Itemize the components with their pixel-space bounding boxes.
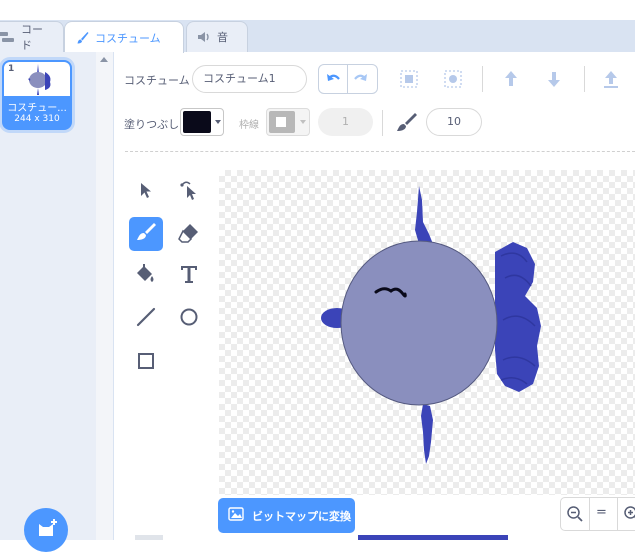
- line-tool[interactable]: [129, 302, 163, 336]
- backward-icon[interactable]: [543, 68, 565, 94]
- chevron-down-icon: [215, 120, 221, 124]
- circle-icon: [178, 306, 200, 332]
- forward-icon[interactable]: [500, 68, 522, 94]
- fill-color-swatch: [183, 111, 211, 133]
- bottom-edge-fragment: [135, 535, 163, 540]
- convert-to-bitmap-label: ビットマップに変換: [252, 509, 351, 523]
- text-tool[interactable]: [172, 259, 206, 293]
- select-tool[interactable]: [129, 175, 163, 209]
- choose-costume-button[interactable]: [24, 508, 68, 552]
- brush-tool[interactable]: [129, 217, 163, 251]
- redo-icon[interactable]: [352, 70, 370, 92]
- top-fin-shape: [415, 186, 433, 248]
- outline-label: 枠線: [239, 120, 259, 131]
- window-top-strip: [0, 0, 635, 20]
- reshape-icon: [179, 180, 199, 204]
- costume-size: 244 x 310: [14, 114, 60, 124]
- costume-name-label: コスチューム: [124, 74, 190, 87]
- zoom-divider: [617, 497, 618, 531]
- brush-size-input[interactable]: 10: [426, 108, 482, 136]
- text-icon: [178, 263, 200, 289]
- body-shape: [340, 240, 498, 406]
- tab-code[interactable]: コード: [0, 21, 64, 52]
- cat-plus-icon: [36, 518, 58, 542]
- line-icon: [135, 306, 157, 332]
- costume-drawing: [321, 186, 541, 464]
- rectangle-icon: [135, 350, 157, 376]
- tab-costumes-label: コスチューム: [95, 31, 161, 45]
- fill-label: 塗りつぶし: [124, 118, 180, 131]
- brush-size-icon: [394, 111, 418, 137]
- zoom-divider: [589, 497, 590, 531]
- circle-tool[interactable]: [172, 302, 206, 336]
- outline-swatch-inner: [276, 117, 286, 127]
- convert-to-bitmap-button[interactable]: ビットマップに変換: [218, 498, 355, 533]
- costume-number: 1: [8, 64, 15, 74]
- eraser-icon: [178, 221, 200, 247]
- eraser-tool[interactable]: [172, 217, 206, 251]
- brush-icon: [135, 221, 157, 247]
- ungroup-icon[interactable]: [442, 68, 464, 94]
- tab-code-label: コード: [21, 23, 43, 52]
- tab-costumes[interactable]: コスチューム: [64, 21, 184, 53]
- toolbar-divider: [584, 66, 585, 92]
- costume-item-selected[interactable]: 1 コスチュー... 244 x 310: [2, 60, 72, 130]
- costume-name: コスチュー...: [7, 103, 67, 114]
- bottom-edge-fragment: [358, 535, 508, 540]
- code-blocks-icon: [0, 31, 15, 43]
- costume-list-scrollbar[interactable]: [96, 52, 114, 540]
- zoom-in-icon[interactable]: [623, 505, 635, 527]
- speaker-icon: [197, 31, 211, 43]
- chevron-down-icon: [300, 120, 306, 124]
- costume-name-input[interactable]: コスチューム1: [192, 65, 307, 93]
- image-icon: [228, 507, 244, 524]
- paint-bucket-icon: [135, 263, 157, 289]
- zoom-reset-button[interactable]: =: [596, 505, 607, 520]
- front-icon[interactable]: [600, 68, 622, 94]
- toolbar-divider: [382, 110, 383, 136]
- scroll-up-arrow-icon[interactable]: [100, 57, 108, 62]
- bottom-fin-shape: [421, 404, 433, 464]
- tab-sounds-label: 音: [217, 31, 228, 44]
- outline-width-input[interactable]: 1: [318, 108, 373, 136]
- undo-icon[interactable]: [324, 70, 342, 92]
- paint-canvas[interactable]: [219, 170, 635, 495]
- toolbar-divider: [482, 66, 483, 92]
- undo-redo-divider: [347, 64, 348, 94]
- rectangle-tool[interactable]: [129, 346, 163, 380]
- fill-tool[interactable]: [129, 259, 163, 293]
- group-icon[interactable]: [398, 68, 420, 94]
- zoom-out-icon[interactable]: [566, 505, 584, 527]
- toolbar-dashed-divider: [125, 151, 635, 152]
- paintbrush-icon: [75, 31, 89, 45]
- tab-sounds[interactable]: 音: [186, 21, 248, 52]
- arrow-select-icon: [137, 181, 155, 203]
- reshape-tool[interactable]: [172, 175, 206, 209]
